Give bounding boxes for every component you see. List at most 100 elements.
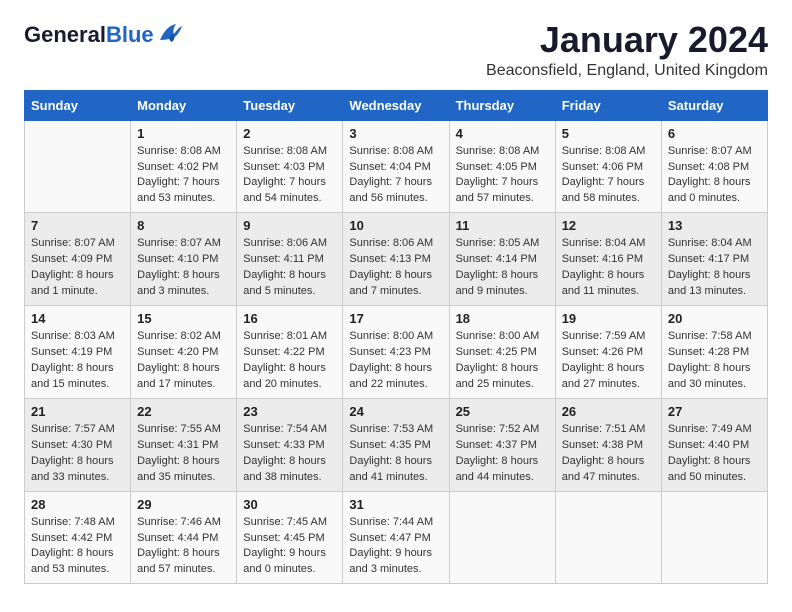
day-number: 14 — [31, 311, 124, 326]
day-info: Sunrise: 7:57 AMSunset: 4:30 PMDaylight:… — [31, 422, 124, 486]
header-day-saturday: Saturday — [661, 90, 767, 120]
calendar-cell: 23Sunrise: 7:54 AMSunset: 4:33 PMDayligh… — [237, 398, 343, 491]
day-info: Sunrise: 8:08 AMSunset: 4:05 PMDaylight:… — [456, 144, 549, 208]
day-info: Sunrise: 8:08 AMSunset: 4:02 PMDaylight:… — [137, 144, 230, 208]
day-info: Sunrise: 7:48 AMSunset: 4:42 PMDaylight:… — [31, 515, 124, 579]
day-info: Sunrise: 8:02 AMSunset: 4:20 PMDaylight:… — [137, 329, 230, 393]
calendar-cell: 31 Sunrise: 7:44 AMSunset: 4:47 PMDayligh… — [343, 491, 449, 584]
day-number: 4 — [456, 126, 549, 141]
calendar-cell — [555, 491, 661, 584]
calendar-cell: 30 Sunrise: 7:45 AMSunset: 4:45 PMDayligh… — [237, 491, 343, 584]
day-info: Sunrise: 8:06 AMSunset: 4:11 PMDaylight:… — [243, 236, 336, 300]
day-number: 31 — [349, 497, 442, 512]
calendar-cell: 15 Sunrise: 8:02 AMSunset: 4:20 PMDayligh… — [131, 306, 237, 399]
calendar-header: SundayMondayTuesdayWednesdayThursdayFrid… — [25, 90, 768, 120]
day-info: Sunrise: 8:07 AMSunset: 4:09 PMDaylight:… — [31, 236, 124, 300]
day-number: 17 — [349, 311, 442, 326]
calendar-cell: 20Sunrise: 7:58 AMSunset: 4:28 PMDayligh… — [661, 306, 767, 399]
calendar-cell: 13 Sunrise: 8:04 AMSunset: 4:17 PMDayligh… — [661, 213, 767, 306]
calendar-cell: 19 Sunrise: 7:59 AMSunset: 4:26 PMDayligh… — [555, 306, 661, 399]
day-info: Sunrise: 7:59 AMSunset: 4:26 PMDaylight:… — [562, 329, 655, 393]
day-info: Sunrise: 8:05 AMSunset: 4:14 PMDaylight:… — [456, 236, 549, 300]
calendar-cell: 8 Sunrise: 8:07 AMSunset: 4:10 PMDaylight… — [131, 213, 237, 306]
day-number: 21 — [31, 404, 124, 419]
day-info: Sunrise: 8:08 AMSunset: 4:03 PMDaylight:… — [243, 144, 336, 208]
calendar-cell: 28 Sunrise: 7:48 AMSunset: 4:42 PMDayligh… — [25, 491, 131, 584]
calendar-cell: 12 Sunrise: 8:04 AMSunset: 4:16 PMDayligh… — [555, 213, 661, 306]
logo: GeneralBlue — [24, 24, 184, 46]
day-info: Sunrise: 8:03 AMSunset: 4:19 PMDaylight:… — [31, 329, 124, 393]
calendar-cell: 9 Sunrise: 8:06 AMSunset: 4:11 PMDaylight… — [237, 213, 343, 306]
day-info: Sunrise: 7:58 AMSunset: 4:28 PMDaylight:… — [668, 329, 761, 393]
day-number: 10 — [349, 218, 442, 233]
calendar-week-3: 14 Sunrise: 8:03 AMSunset: 4:19 PMDayligh… — [25, 306, 768, 399]
calendar-body: 1Sunrise: 8:08 AMSunset: 4:02 PMDaylight… — [25, 120, 768, 584]
logo-bird-icon — [156, 22, 184, 44]
header-day-friday: Friday — [555, 90, 661, 120]
day-info: Sunrise: 7:49 AMSunset: 4:40 PMDaylight:… — [668, 422, 761, 486]
day-number: 3 — [349, 126, 442, 141]
calendar-cell: 14 Sunrise: 8:03 AMSunset: 4:19 PMDayligh… — [25, 306, 131, 399]
header-day-tuesday: Tuesday — [237, 90, 343, 120]
calendar-cell: 18 Sunrise: 8:00 AMSunset: 4:25 PMDayligh… — [449, 306, 555, 399]
day-number: 18 — [456, 311, 549, 326]
day-info: Sunrise: 8:01 AMSunset: 4:22 PMDaylight:… — [243, 329, 336, 393]
calendar-cell: 16 Sunrise: 8:01 AMSunset: 4:22 PMDayligh… — [237, 306, 343, 399]
day-info: Sunrise: 7:44 AMSunset: 4:47 PMDaylight:… — [349, 515, 442, 579]
day-info: Sunrise: 8:04 AMSunset: 4:16 PMDaylight:… — [562, 236, 655, 300]
calendar-week-5: 28 Sunrise: 7:48 AMSunset: 4:42 PMDayligh… — [25, 491, 768, 584]
calendar-cell — [661, 491, 767, 584]
day-info: Sunrise: 7:53 AMSunset: 4:35 PMDaylight:… — [349, 422, 442, 486]
day-number: 30 — [243, 497, 336, 512]
calendar-cell: 11Sunrise: 8:05 AMSunset: 4:14 PMDayligh… — [449, 213, 555, 306]
day-number: 15 — [137, 311, 230, 326]
calendar-week-1: 1Sunrise: 8:08 AMSunset: 4:02 PMDaylight… — [25, 120, 768, 213]
day-info: Sunrise: 8:00 AMSunset: 4:25 PMDaylight:… — [456, 329, 549, 393]
day-number: 16 — [243, 311, 336, 326]
calendar-week-2: 7Sunrise: 8:07 AMSunset: 4:09 PMDaylight… — [25, 213, 768, 306]
calendar-cell: 21 Sunrise: 7:57 AMSunset: 4:30 PMDayligh… — [25, 398, 131, 491]
day-number: 19 — [562, 311, 655, 326]
day-number: 9 — [243, 218, 336, 233]
day-number: 5 — [562, 126, 655, 141]
day-info: Sunrise: 7:46 AMSunset: 4:44 PMDaylight:… — [137, 515, 230, 579]
calendar-cell: 27 Sunrise: 7:49 AMSunset: 4:40 PMDayligh… — [661, 398, 767, 491]
calendar-cell: 7Sunrise: 8:07 AMSunset: 4:09 PMDaylight… — [25, 213, 131, 306]
day-number: 13 — [668, 218, 761, 233]
day-info: Sunrise: 8:08 AMSunset: 4:04 PMDaylight:… — [349, 144, 442, 208]
day-number: 6 — [668, 126, 761, 141]
day-info: Sunrise: 8:07 AMSunset: 4:10 PMDaylight:… — [137, 236, 230, 300]
logo-text: GeneralBlue — [24, 24, 154, 46]
day-number: 8 — [137, 218, 230, 233]
calendar-table: SundayMondayTuesdayWednesdayThursdayFrid… — [24, 90, 768, 585]
day-info: Sunrise: 7:45 AMSunset: 4:45 PMDaylight:… — [243, 515, 336, 579]
day-number: 12 — [562, 218, 655, 233]
day-number: 25 — [456, 404, 549, 419]
calendar-cell: 2Sunrise: 8:08 AMSunset: 4:03 PMDaylight… — [237, 120, 343, 213]
day-info: Sunrise: 8:07 AMSunset: 4:08 PMDaylight:… — [668, 144, 761, 208]
day-number: 26 — [562, 404, 655, 419]
calendar-cell: 26Sunrise: 7:51 AMSunset: 4:38 PMDayligh… — [555, 398, 661, 491]
day-info: Sunrise: 8:04 AMSunset: 4:17 PMDaylight:… — [668, 236, 761, 300]
header-day-monday: Monday — [131, 90, 237, 120]
header-day-wednesday: Wednesday — [343, 90, 449, 120]
day-info: Sunrise: 7:52 AMSunset: 4:37 PMDaylight:… — [456, 422, 549, 486]
calendar-cell: 25 Sunrise: 7:52 AMSunset: 4:37 PMDayligh… — [449, 398, 555, 491]
day-info: Sunrise: 8:06 AMSunset: 4:13 PMDaylight:… — [349, 236, 442, 300]
calendar-cell: 4 Sunrise: 8:08 AMSunset: 4:05 PMDaylight… — [449, 120, 555, 213]
header-day-thursday: Thursday — [449, 90, 555, 120]
calendar-cell: 17Sunrise: 8:00 AMSunset: 4:23 PMDayligh… — [343, 306, 449, 399]
day-number: 29 — [137, 497, 230, 512]
logo-general: General — [24, 22, 106, 47]
day-info: Sunrise: 7:54 AMSunset: 4:33 PMDaylight:… — [243, 422, 336, 486]
header-row: SundayMondayTuesdayWednesdayThursdayFrid… — [25, 90, 768, 120]
calendar-cell: 6 Sunrise: 8:07 AMSunset: 4:08 PMDaylight… — [661, 120, 767, 213]
day-number: 24 — [349, 404, 442, 419]
day-info: Sunrise: 8:08 AMSunset: 4:06 PMDaylight:… — [562, 144, 655, 208]
month-year-title: January 2024 — [486, 20, 768, 60]
calendar-cell: 5 Sunrise: 8:08 AMSunset: 4:06 PMDaylight… — [555, 120, 661, 213]
calendar-cell: 3 Sunrise: 8:08 AMSunset: 4:04 PMDaylight… — [343, 120, 449, 213]
location-subtitle: Beaconsfield, England, United Kingdom — [486, 62, 768, 80]
day-number: 28 — [31, 497, 124, 512]
day-number: 27 — [668, 404, 761, 419]
